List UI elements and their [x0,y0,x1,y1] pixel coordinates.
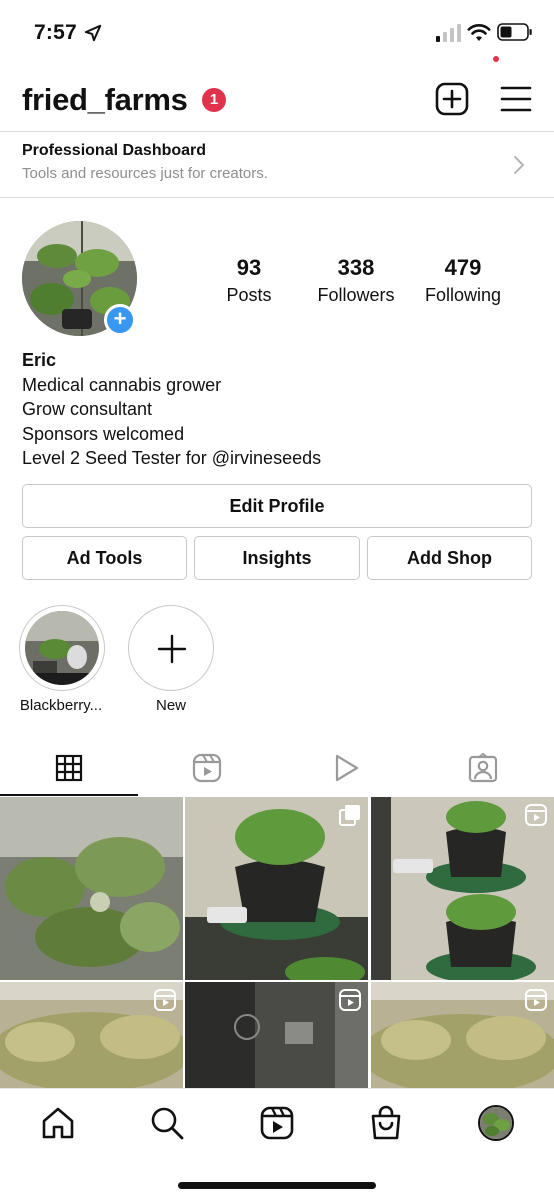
professional-dashboard-link[interactable]: Professional Dashboard Tools and resourc… [0,132,554,197]
dashboard-divider [0,197,554,198]
following-label: Following [424,285,502,305]
video-play-icon [335,754,359,782]
post-thumbnail[interactable] [0,797,183,980]
carousel-icon [339,805,360,826]
reel-icon [339,989,361,1011]
following-stat[interactable]: 479 Following [408,255,518,306]
home-indicator [178,1182,376,1189]
home-icon[interactable] [40,1105,76,1141]
profile-bio: Eric Medical cannabis grower Grow consul… [22,348,321,471]
add-shop-button[interactable]: Add Shop [367,536,532,580]
post-thumbnail[interactable] [0,982,183,1088]
status-time: 7:57 [34,21,77,44]
posts-label: Posts [226,285,272,305]
chevron-right-icon [514,156,524,174]
reels-nav-icon[interactable] [259,1105,295,1141]
reels-icon [192,753,222,783]
dashboard-title: Professional Dashboard [22,142,207,159]
bio-line: Level 2 Seed Tester for @irvineseeds [22,448,322,468]
cellular-signal-icon [436,24,461,42]
display-name: Eric [22,350,57,370]
post-thumbnail[interactable] [185,982,368,1088]
followers-label: Followers [317,285,395,305]
highlight-cover-image [25,611,99,685]
reel-icon [154,989,176,1011]
search-icon[interactable] [149,1105,185,1141]
wifi-icon [467,24,491,41]
reel-icon [525,989,547,1011]
location-arrow-icon [84,24,102,42]
new-highlight-button[interactable] [128,605,214,691]
following-count: 479 [444,255,482,280]
post-thumbnail[interactable] [371,982,554,1088]
shop-icon[interactable] [368,1105,404,1141]
reel-icon [525,804,547,826]
post-thumbnail[interactable] [185,797,368,980]
post-thumbnail[interactable] [371,797,554,980]
add-story-plus-icon[interactable]: + [104,304,136,336]
username-switcher[interactable]: fried_farms [22,82,188,118]
posts-stat[interactable]: 93 Posts [194,255,304,306]
highlight-label: Blackberry... [19,697,103,714]
followers-count: 338 [337,255,375,280]
bio-line: Sponsors welcomed [22,423,185,444]
tab-tagged[interactable] [414,740,552,795]
profile-tab-avatar[interactable] [478,1105,514,1141]
tagged-icon [468,753,498,783]
posts-count: 93 [236,255,262,280]
plus-icon [157,634,187,664]
active-tab-indicator [0,794,138,796]
followers-stat[interactable]: 338 Followers [301,255,411,306]
new-post-icon[interactable] [435,82,469,116]
battery-icon [497,23,532,41]
grid-icon [55,754,83,782]
bio-line: Medical cannabis grower [22,374,222,395]
tab-videos[interactable] [276,740,414,795]
activity-dot [493,56,499,62]
ad-tools-button[interactable]: Ad Tools [22,536,187,580]
edit-profile-button[interactable]: Edit Profile [22,484,532,528]
story-highlight[interactable] [19,605,105,691]
new-highlight-label: New [155,697,186,714]
profile-header: fried_farms 1 [0,66,554,132]
menu-icon[interactable] [500,84,532,114]
bio-line: Grow consultant [22,399,153,419]
tab-grid[interactable] [0,740,138,795]
insights-button[interactable]: Insights [194,536,360,580]
tab-reels[interactable] [138,740,276,795]
notification-badge[interactable]: 1 [202,88,226,112]
dashboard-subtitle: Tools and resources just for creators. [22,165,268,182]
status-bar: 7:57 [0,0,554,66]
